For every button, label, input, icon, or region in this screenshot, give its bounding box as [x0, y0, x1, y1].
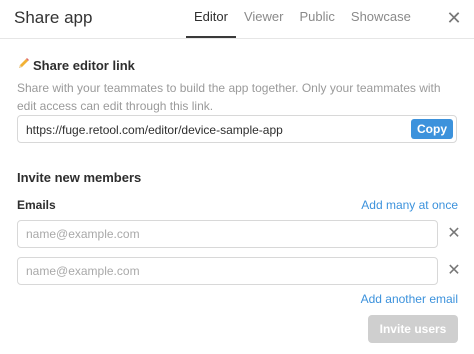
modal-title: Share app — [14, 8, 93, 27]
add-many-link[interactable]: Add many at once — [361, 198, 458, 212]
emails-label: Emails — [17, 198, 56, 212]
share-description: Share with your teammates to build the a… — [17, 81, 441, 113]
remove-email-1-icon[interactable]: ✕ — [446, 226, 462, 242]
editor-link-field[interactable]: https://fuge.retool.com/editor/device-sa… — [17, 115, 457, 143]
share-tabs: Editor Viewer Public Showcase — [186, 0, 419, 38]
share-editor-link-heading: Share editor link — [17, 57, 135, 73]
tab-showcase[interactable]: Showcase — [343, 0, 419, 38]
add-another-email-link[interactable]: Add another email — [361, 292, 458, 306]
tab-viewer[interactable]: Viewer — [236, 0, 292, 38]
pencil-icon — [17, 57, 31, 73]
email-field-1[interactable] — [17, 220, 438, 248]
remove-email-2-icon[interactable]: ✕ — [446, 263, 462, 279]
email-field-2[interactable] — [17, 257, 438, 285]
editor-link-url: https://fuge.retool.com/editor/device-sa… — [26, 123, 283, 137]
close-icon[interactable]: ✕ — [445, 9, 463, 27]
tab-editor[interactable]: Editor — [186, 0, 236, 38]
share-editor-link-label: Share editor link — [33, 58, 135, 73]
invite-heading: Invite new members — [17, 170, 142, 185]
invite-users-button[interactable]: Invite users — [368, 315, 458, 343]
copy-button[interactable]: Copy — [411, 119, 453, 139]
tab-public[interactable]: Public — [291, 0, 342, 38]
modal-header: Share app Editor Viewer Public Showcase … — [0, 0, 474, 39]
